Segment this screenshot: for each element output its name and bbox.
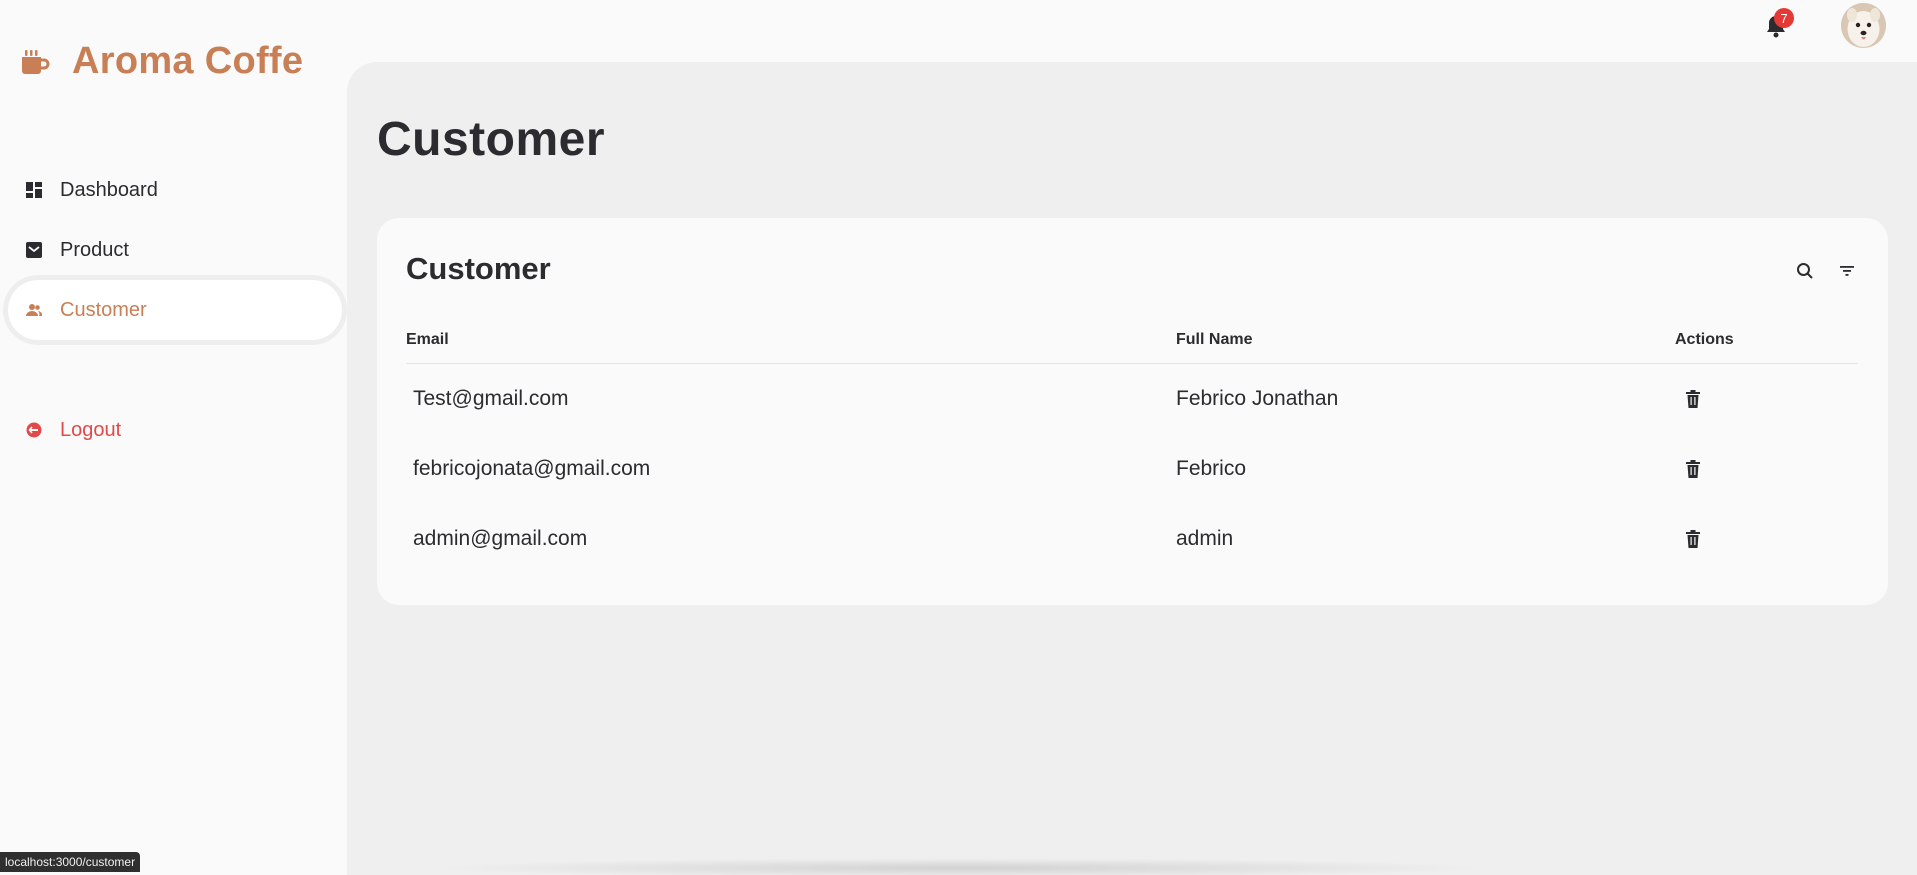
sidebar: Aroma Coffe Dashboard Product Customer L… [0, 0, 347, 875]
delete-icon[interactable] [1683, 528, 1703, 550]
avatar[interactable] [1841, 3, 1886, 48]
cell-email: Test@gmail.com [413, 387, 569, 410]
cell-actions [1675, 388, 1858, 410]
column-header-actions: Actions [1675, 330, 1734, 348]
cell-full-name: Febrico [1176, 457, 1247, 480]
product-icon [25, 241, 43, 259]
customer-card: Customer Email Full Name Actions Test@gm… [377, 218, 1888, 605]
page-title: Customer [377, 113, 606, 166]
card-title: Customer [406, 251, 551, 286]
notification-badge: 7 [1774, 8, 1794, 28]
delete-icon[interactable] [1683, 388, 1703, 410]
cell-email: febricojonata@gmail.com [413, 457, 651, 480]
cell-full-name: Febrico Jonathan [1176, 387, 1339, 410]
logout-icon [25, 421, 43, 439]
brand[interactable]: Aroma Coffe [18, 40, 303, 83]
card-toolbar [1794, 260, 1858, 282]
table-row: Test@gmail.com Febrico Jonathan [406, 364, 1858, 434]
cell-full-name: admin [1176, 527, 1234, 550]
sidebar-item-label: Customer [60, 298, 147, 321]
customer-table: Email Full Name Actions Test@gmail.com F… [406, 316, 1858, 574]
cell-actions [1675, 458, 1858, 480]
delete-icon[interactable] [1683, 458, 1703, 480]
sidebar-item-label: Product [60, 238, 129, 261]
column-header-email[interactable]: Email [406, 331, 1176, 349]
main-content: Customer Customer Email Full Name Action… [347, 62, 1917, 875]
status-bar-url: localhost:3000/customer [0, 852, 141, 872]
sidebar-item-label: Dashboard [60, 178, 158, 201]
filter-icon[interactable] [1836, 260, 1858, 282]
column-header-full-name[interactable]: Full Name [1176, 331, 1675, 349]
search-icon[interactable] [1794, 260, 1816, 282]
table-header: Email Full Name Actions [406, 316, 1858, 364]
table-row: febricojonata@gmail.com Febrico [406, 434, 1858, 504]
sidebar-item-dashboard[interactable]: Dashboard [0, 160, 347, 220]
customer-icon [25, 301, 43, 319]
sidebar-item-logout[interactable]: Logout [0, 400, 347, 460]
brand-name: Aroma Coffe [72, 40, 304, 82]
cell-email: admin@gmail.com [413, 527, 588, 550]
coffee-cup-icon [18, 45, 52, 79]
dashboard-icon [25, 181, 43, 199]
sidebar-nav: Dashboard Product Customer Logout [0, 160, 347, 460]
table-row: admin@gmail.com admin [406, 504, 1858, 574]
sidebar-item-customer[interactable]: Customer [8, 280, 342, 340]
sidebar-item-label: Logout [60, 418, 122, 441]
bottom-shadow [430, 858, 1490, 875]
cell-actions [1675, 528, 1858, 550]
sidebar-item-product[interactable]: Product [0, 220, 347, 280]
